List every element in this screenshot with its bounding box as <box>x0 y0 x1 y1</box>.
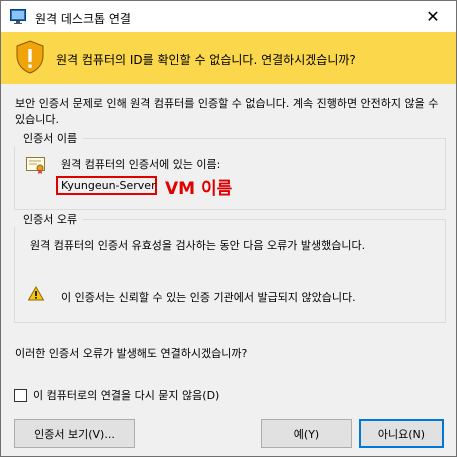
checkbox-label: 이 컴퓨터로의 연결을 다시 묻지 않음(D) <box>33 389 220 402</box>
certificate-icon <box>26 157 46 175</box>
cert-warning-text: 이 인증서는 신뢰할 수 있는 인증 기관에서 발급되지 않았습니다. <box>61 291 356 304</box>
title-bar: 원격 데스크톱 연결 ✕ <box>1 1 456 32</box>
rdp-security-dialog: 원격 데스크톱 연결 ✕ 원격 컴퓨터의 ID를 확인할 수 없습니다. 연결하… <box>0 0 457 457</box>
cert-name-group-title: 인증서 이름 <box>14 130 84 146</box>
cert-error-group: 인증서 오류 원격 컴퓨터의 인증서 유효성을 검사하는 동안 다음 오류가 발… <box>14 211 446 323</box>
close-icon: ✕ <box>426 7 440 26</box>
cert-error-group-title: 인증서 오류 <box>14 211 84 227</box>
remote-desktop-icon <box>10 9 26 24</box>
connect-question: 이러한 인증서 오류가 발생해도 연결하시겠습니까? <box>15 347 248 360</box>
dont-ask-again-checkbox[interactable]: 이 컴퓨터로의 연결을 다시 묻지 않음(D) <box>14 387 219 403</box>
intro-text: 보안 인증서 문제로 인해 원격 컴퓨터를 인증할 수 없습니다. 계속 진행하… <box>15 97 439 126</box>
warning-banner: 원격 컴퓨터의 ID를 확인할 수 없습니다. 연결하시겠습니까? <box>1 32 456 84</box>
cert-name-value: Kyungeun-Server <box>56 176 157 195</box>
yes-button[interactable]: 예(Y) <box>261 419 352 448</box>
view-certificate-button[interactable]: 인증서 보기(V)... <box>14 419 135 448</box>
yes-label: 예(Y) <box>293 427 320 441</box>
cert-name-label: 원격 컴퓨터의 인증서에 있는 이름: <box>61 158 221 171</box>
cert-name-group: 인증서 이름 원격 컴퓨터의 인증서에 있는 이름: Kyungeun-Serv… <box>14 130 446 210</box>
no-label: 아니요(N) <box>377 427 426 441</box>
warning-triangle-icon <box>27 285 45 301</box>
vm-name-annotation: VM 이름 <box>165 179 233 199</box>
warning-shield-icon <box>15 40 45 74</box>
no-button[interactable]: 아니요(N) <box>359 419 444 448</box>
close-button[interactable]: ✕ <box>410 1 456 32</box>
cert-error-description: 원격 컴퓨터의 인증서 유효성을 검사하는 동안 다음 오류가 발생했습니다. <box>30 239 366 252</box>
window-title: 원격 데스크톱 연결 <box>35 12 131 26</box>
view-certificate-label: 인증서 보기(V)... <box>34 427 115 441</box>
checkbox-box[interactable] <box>14 388 27 402</box>
banner-message: 원격 컴퓨터의 ID를 확인할 수 없습니다. 연결하시겠습니까? <box>56 53 356 67</box>
